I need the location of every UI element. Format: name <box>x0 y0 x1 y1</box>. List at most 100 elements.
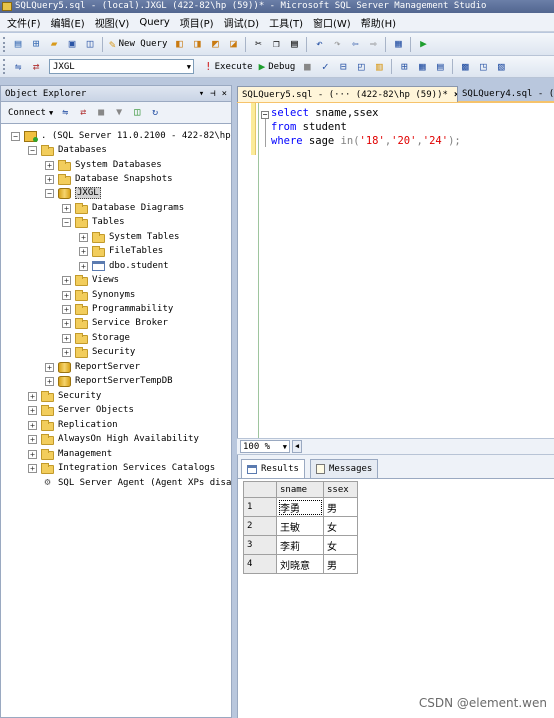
save-all-icon[interactable]: ◫ <box>82 36 98 52</box>
expand-icon[interactable]: + <box>45 376 54 386</box>
close-icon[interactable]: × <box>222 89 227 99</box>
menu-help[interactable]: 帮助(H) <box>356 15 401 30</box>
row-number[interactable]: 3 <box>243 535 277 555</box>
tree-node-reportserver[interactable]: + ReportServer <box>45 360 140 374</box>
results-to-file-icon[interactable]: ◳ <box>475 59 491 75</box>
cell-sname[interactable]: 李勇 <box>276 497 324 517</box>
tree-node-system-databases[interactable]: + System Databases <box>45 158 162 172</box>
display-plan-icon[interactable]: ⊟ <box>335 59 351 75</box>
collapse-icon[interactable]: − <box>11 131 20 141</box>
expand-icon[interactable]: + <box>45 362 54 372</box>
debug-button[interactable]: ▶ Debug <box>259 60 296 73</box>
tree-node-views[interactable]: + Views <box>62 273 119 287</box>
results-to-text-icon[interactable]: ▤ <box>432 59 448 75</box>
expand-icon[interactable]: + <box>28 463 37 473</box>
xmla-query-icon[interactable]: ◪ <box>225 36 241 52</box>
tree-node-programmability[interactable]: + Programmability <box>62 302 173 316</box>
menu-debug[interactable]: 调试(D) <box>219 15 265 30</box>
new-query-button[interactable]: ✎ New Query <box>109 38 167 51</box>
expand-icon[interactable]: + <box>62 347 71 357</box>
menu-window[interactable]: 窗口(W) <box>308 15 356 30</box>
chevron-down-icon[interactable]: ▾ <box>199 89 204 99</box>
scroll-left-button[interactable]: ◀ <box>292 440 302 453</box>
tree-node-security[interactable]: + Security <box>28 389 101 403</box>
collapse-icon[interactable]: − <box>28 145 37 155</box>
open-file-icon[interactable]: ▰ <box>46 36 62 52</box>
collapse-icon[interactable]: − <box>261 111 269 119</box>
tree-node-management[interactable]: + Management <box>28 447 112 461</box>
copy-icon[interactable]: ❐ <box>268 36 284 52</box>
tree-node-dbo-student[interactable]: + dbo.student <box>79 259 169 273</box>
expand-icon[interactable]: + <box>62 333 71 343</box>
tree-node-service-broker[interactable]: + Service Broker <box>62 316 168 330</box>
change-connection-icon[interactable]: ⇄ <box>28 59 44 75</box>
connect-icon[interactable]: ⇋ <box>10 59 26 75</box>
expand-icon[interactable]: + <box>28 391 37 401</box>
cancel-query-icon[interactable]: ■ <box>299 59 315 75</box>
row-number[interactable]: 4 <box>243 554 277 574</box>
tree-node-databases[interactable]: − Databases <box>28 143 107 157</box>
tree-node-sql-agent[interactable]: ⚙ SQL Server Agent (Agent XPs disabled) <box>28 476 231 490</box>
navigate-back-icon[interactable]: ⇦ <box>347 36 363 52</box>
tree-node-replication[interactable]: + Replication <box>28 418 118 432</box>
cell-sname[interactable]: 刘晓意 <box>276 554 324 574</box>
activity-monitor-icon[interactable]: ▦ <box>390 36 406 52</box>
menu-project[interactable]: 项目(P) <box>175 15 219 30</box>
expand-icon[interactable]: + <box>79 246 88 256</box>
expand-icon[interactable]: + <box>45 160 54 170</box>
collapse-icon[interactable]: − <box>45 188 54 198</box>
expand-icon[interactable]: + <box>62 304 71 314</box>
table-row[interactable]: 2 王敏 女 <box>243 516 358 536</box>
filter-settings-icon[interactable]: ◫ <box>129 105 145 121</box>
cell-ssex[interactable]: 女 <box>323 516 358 536</box>
tree-node-alwayson[interactable]: + AlwaysOn High Availability <box>28 432 199 446</box>
expand-icon[interactable]: + <box>28 405 37 415</box>
pin-icon[interactable]: ⊣ <box>210 89 215 99</box>
expand-icon[interactable]: + <box>62 203 71 213</box>
menu-query[interactable]: Query <box>134 17 174 28</box>
cell-sname[interactable]: 王敏 <box>276 516 324 536</box>
collapse-icon[interactable]: − <box>62 217 71 227</box>
client-stats-icon[interactable]: ▦ <box>414 59 430 75</box>
menu-tools[interactable]: 工具(T) <box>264 15 308 30</box>
query-options-icon[interactable]: ◰ <box>353 59 369 75</box>
tree-node-server-objects[interactable]: + Server Objects <box>28 403 134 417</box>
redo-icon[interactable]: ↷ <box>329 36 345 52</box>
menu-file[interactable]: 文件(F) <box>2 15 46 30</box>
table-row[interactable]: 3 李莉 女 <box>243 535 358 555</box>
mdx-query-icon[interactable]: ◩ <box>207 36 223 52</box>
start-icon[interactable]: ▶ <box>415 36 431 52</box>
add-item-icon[interactable]: ⊞ <box>28 36 44 52</box>
refresh-icon[interactable]: ↻ <box>147 105 163 121</box>
expand-icon[interactable]: + <box>28 434 37 444</box>
column-header-ssex[interactable]: ssex <box>323 481 358 498</box>
menu-edit[interactable]: 编辑(E) <box>46 15 90 30</box>
cell-ssex[interactable]: 男 <box>323 497 358 517</box>
tab-results[interactable]: Results <box>241 459 305 478</box>
tab-messages[interactable]: Messages <box>310 459 379 478</box>
db-engine-query-icon[interactable]: ◧ <box>171 36 187 52</box>
tree-node-reportservertempdb[interactable]: + ReportServerTempDB <box>45 374 173 388</box>
cell-ssex[interactable]: 女 <box>323 535 358 555</box>
zoom-select[interactable]: 100 % ▼ <box>240 440 290 453</box>
expand-icon[interactable]: + <box>62 275 71 285</box>
disconnect-icon[interactable]: ⇄ <box>75 105 91 121</box>
tab-sqlquery5[interactable]: SQLQuery5.sql - (··· (422-82\hp (59))* × <box>237 86 458 102</box>
expand-icon[interactable]: + <box>28 420 37 430</box>
row-number[interactable]: 1 <box>243 497 277 517</box>
connect-button[interactable]: Connect ▼ <box>8 108 53 118</box>
tree-node-database-diagrams[interactable]: + Database Diagrams <box>62 201 184 215</box>
menu-view[interactable]: 视图(V) <box>90 15 135 30</box>
save-icon[interactable]: ▣ <box>64 36 80 52</box>
filter-icon[interactable]: ▼ <box>111 105 127 121</box>
available-databases-select[interactable]: JXGL ▼ <box>49 59 194 74</box>
table-row[interactable]: 1 李勇 男 <box>243 497 358 517</box>
expand-icon[interactable]: + <box>28 449 37 459</box>
paste-icon[interactable]: ▤ <box>286 36 302 52</box>
analysis-query-icon[interactable]: ◨ <box>189 36 205 52</box>
stop-icon[interactable]: ■ <box>93 105 109 121</box>
expand-icon[interactable]: + <box>45 174 54 184</box>
tree-node-integration-services[interactable]: + Integration Services Catalogs <box>28 461 215 475</box>
results-to-grid-icon[interactable]: ▩ <box>457 59 473 75</box>
toolbar-grip[interactable] <box>3 59 6 74</box>
